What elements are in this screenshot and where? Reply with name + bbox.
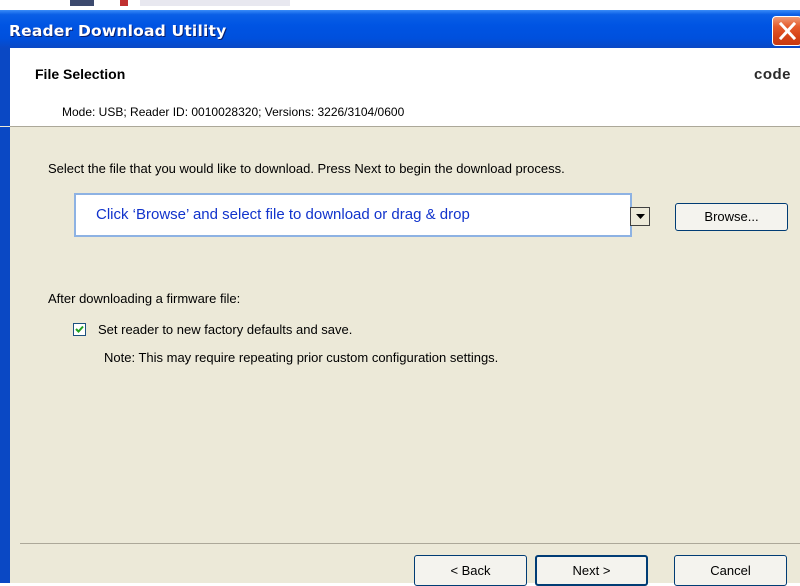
- wizard-header: File Selection code Mode: USB; Reader ID…: [0, 48, 800, 126]
- wizard-body: Select the file that you would like to d…: [0, 127, 800, 586]
- next-button[interactable]: Next >: [535, 555, 648, 586]
- cancel-button[interactable]: Cancel: [674, 555, 787, 586]
- desktop-strip: [0, 0, 800, 10]
- page-title: File Selection: [35, 66, 126, 82]
- title-bar[interactable]: Reader Download Utility: [0, 10, 800, 48]
- footer-divider: [20, 543, 800, 544]
- close-icon: [779, 22, 796, 40]
- browse-button[interactable]: Browse...: [675, 203, 788, 231]
- close-button[interactable]: [772, 16, 800, 46]
- file-path-input[interactable]: Click ‘Browse’ and select file to downlo…: [74, 193, 632, 237]
- instruction-text: Select the file that you would like to d…: [48, 161, 565, 176]
- chevron-down-icon: [636, 214, 645, 219]
- taskbar-fragment: [70, 0, 94, 6]
- factory-defaults-label[interactable]: Set reader to new factory defaults and s…: [98, 322, 352, 337]
- factory-defaults-checkbox[interactable]: [73, 323, 86, 336]
- brand-logo: code: [754, 66, 792, 83]
- window-title: Reader Download Utility: [9, 22, 227, 40]
- after-download-label: After downloading a firmware file:: [48, 291, 241, 306]
- note-text: Note: This may require repeating prior c…: [104, 350, 499, 365]
- dialog-window: Reader Download Utility File Selection c…: [0, 10, 800, 586]
- file-dropdown-button[interactable]: [630, 207, 650, 226]
- back-button[interactable]: < Back: [414, 555, 527, 586]
- file-callout-text: Click ‘Browse’ and select file to downlo…: [96, 206, 470, 223]
- taskbar-fragment: [120, 0, 128, 6]
- mode-info: Mode: USB; Reader ID: 0010028320; Versio…: [62, 105, 405, 119]
- taskbar-fragment: [140, 0, 290, 6]
- check-icon: [75, 325, 84, 333]
